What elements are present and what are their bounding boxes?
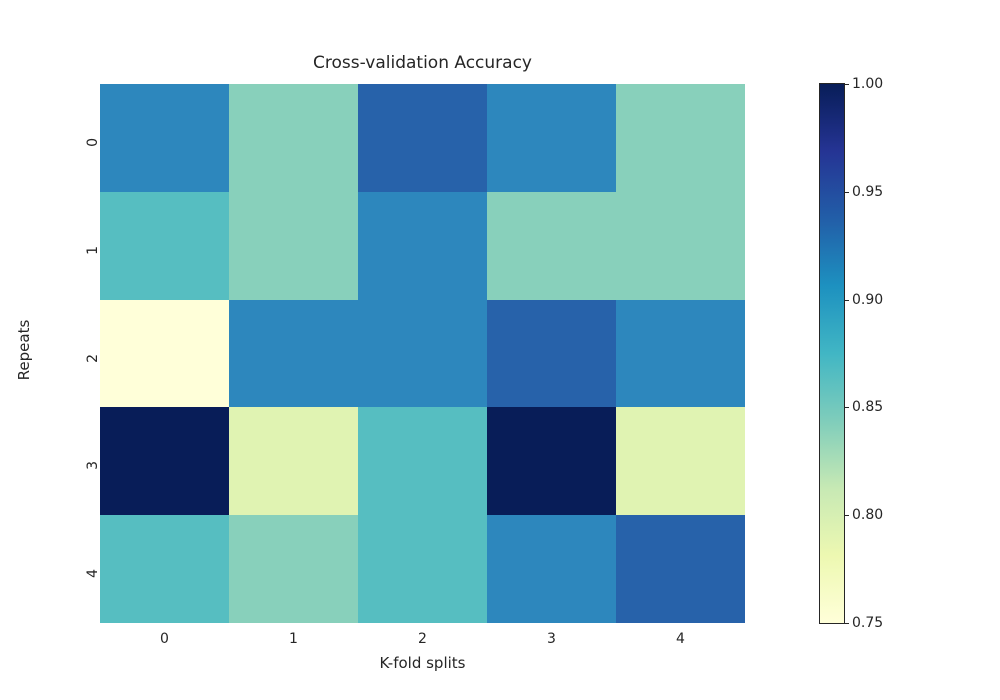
heatmap-cell [616, 84, 745, 192]
x-tick-label: 0 [100, 631, 229, 647]
colorbar-tick-label: 0.75 [852, 615, 883, 631]
x-axis-label: K-fold splits [100, 654, 745, 672]
heatmap-cell [358, 515, 487, 623]
heatmap-cell [358, 192, 487, 300]
y-tick-label: 0 [85, 138, 101, 173]
colorbar-tick-label: 1.00 [852, 76, 883, 92]
x-tick-label: 3 [487, 631, 616, 647]
heatmap-cell [229, 192, 358, 300]
heatmap-cell [616, 192, 745, 300]
colorbar-tick [844, 84, 849, 85]
heatmap-cell [616, 515, 745, 623]
heatmap-cell [100, 300, 229, 408]
colorbar-tick-label: 0.95 [852, 184, 883, 200]
chart-title: Cross-validation Accuracy [100, 53, 745, 73]
heatmap-cell [487, 192, 616, 300]
heatmap-cell [358, 407, 487, 515]
y-tick-label: 4 [85, 569, 101, 604]
heatmap-cell [487, 84, 616, 192]
heatmap-cell [100, 515, 229, 623]
x-tick-label: 2 [358, 631, 487, 647]
heatmap-cell [100, 84, 229, 192]
heatmap-cell [358, 300, 487, 408]
heatmap-cell [229, 515, 358, 623]
colorbar-tick [844, 300, 849, 301]
heatmap [100, 84, 745, 623]
heatmap-cell [100, 407, 229, 515]
heatmap-cell [487, 515, 616, 623]
heatmap-cell [487, 300, 616, 408]
heatmap-cell [229, 407, 358, 515]
heatmap-cell [616, 407, 745, 515]
y-axis-label: Repeats [15, 320, 33, 381]
heatmap-cell [487, 407, 616, 515]
heatmap-cell [100, 192, 229, 300]
colorbar-tick [844, 407, 849, 408]
y-tick-label: 1 [85, 246, 101, 281]
heatmap-cell [358, 84, 487, 192]
colorbar-tick-label: 0.80 [852, 507, 883, 523]
y-tick-label: 2 [85, 354, 101, 389]
x-tick-label: 1 [229, 631, 358, 647]
colorbar-tick [844, 623, 849, 624]
figure: Cross-validation Accuracy Repeats 0 1 2 … [0, 0, 1000, 700]
colorbar [820, 84, 844, 623]
colorbar-tick [844, 515, 849, 516]
x-tick-label: 4 [616, 631, 745, 647]
colorbar-gradient [820, 84, 844, 623]
heatmap-cell [229, 300, 358, 408]
heatmap-cell [616, 300, 745, 408]
colorbar-tick-label: 0.90 [852, 292, 883, 308]
heatmap-cell [229, 84, 358, 192]
colorbar-tick-label: 0.85 [852, 399, 883, 415]
y-tick-label: 3 [85, 461, 101, 496]
colorbar-tick [844, 192, 849, 193]
